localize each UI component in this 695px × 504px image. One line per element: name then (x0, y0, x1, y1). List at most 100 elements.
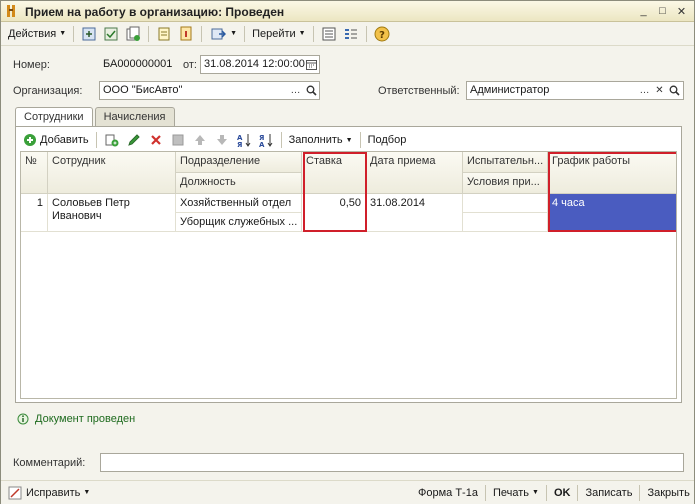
form-t1a-label: Форма Т-1а (418, 486, 478, 499)
print-label: Печать (492, 486, 529, 499)
close-icon[interactable]: ✕ (673, 3, 690, 19)
app-icon (7, 5, 15, 17)
date-label: от: (183, 59, 197, 71)
number-field[interactable]: БА000000001 (99, 55, 179, 74)
add-icon (24, 134, 36, 146)
schedule-highlight-box (548, 152, 676, 232)
delete-icon[interactable] (147, 131, 165, 149)
organization-field[interactable]: ООО "БисАвто" (99, 81, 320, 100)
responsible-label: Ответственный: (378, 85, 460, 97)
calendar-icon[interactable] (304, 56, 319, 73)
help-icon[interactable]: ? (373, 25, 391, 43)
chevron-down-icon: ▼ (59, 30, 67, 37)
cell-employee[interactable]: Соловьев Петр Иванович (48, 194, 176, 232)
minimize-icon[interactable]: _ (635, 3, 652, 19)
header-num[interactable]: № (21, 152, 48, 194)
fix-menu[interactable]: Исправить ▼ (5, 483, 93, 503)
cell-num[interactable]: 1 (21, 194, 48, 232)
create-based-menu[interactable]: ▼ (206, 24, 240, 44)
svg-text:Я: Я (237, 141, 242, 148)
toolbar-separator (312, 25, 314, 42)
end-edit-icon[interactable] (169, 131, 187, 149)
toolbar-separator (244, 25, 246, 42)
chevron-down-icon: ▼ (83, 489, 91, 496)
svg-text:A: A (259, 141, 265, 148)
actions-label: Действия (8, 27, 57, 40)
copy-icon[interactable] (124, 25, 142, 43)
fix-icon (8, 486, 22, 499)
add-button[interactable]: Добавить (20, 130, 92, 150)
chevron-down-icon: ▼ (230, 30, 238, 37)
create-based-icon (209, 25, 227, 43)
actions-menu[interactable]: Действия ▼ (5, 24, 69, 44)
add-label: Добавить (40, 134, 89, 146)
cell-hire-date[interactable]: 31.08.2014 (366, 194, 463, 232)
header-conditions[interactable]: Условия при... (463, 173, 548, 194)
rate-highlight-box (303, 152, 367, 232)
cell-probation[interactable] (463, 194, 548, 213)
document-movements-icon[interactable] (155, 25, 173, 43)
ok-label: OK (553, 486, 571, 499)
post-close-icon[interactable] (80, 25, 98, 43)
comment-field[interactable] (100, 453, 684, 472)
cell-position[interactable]: Уборщик служебных ... (176, 213, 302, 232)
select-button[interactable]: Подбор (365, 130, 410, 150)
fill-label: Заполнить (288, 134, 343, 146)
print-menu[interactable]: Печать ▼ (490, 483, 542, 503)
title-bar: Прием на работу в организацию: Проведен … (1, 1, 694, 22)
toolbar-separator (365, 25, 367, 42)
fill-menu[interactable]: Заполнить ▼ (286, 130, 356, 150)
header-probation[interactable]: Испытательн... (463, 152, 548, 173)
toolbar-separator (280, 132, 282, 148)
ellipsis-icon[interactable]: … (288, 82, 303, 99)
close-label: Закрыть (647, 486, 690, 499)
bottom-bar: Исправить ▼ Форма Т-1а Печать ▼ OK Записат… (1, 480, 694, 504)
tab-employees[interactable]: Сотрудники (15, 107, 93, 128)
edit-pencil-icon[interactable] (125, 131, 143, 149)
toolbar-separator (359, 132, 361, 148)
goto-menu[interactable]: Перейти ▼ (249, 24, 309, 44)
employees-table[interactable]: № Сотрудник Подразделение Должность Став… (20, 151, 677, 399)
magnifier-icon[interactable] (304, 82, 319, 99)
form-t1a-button[interactable]: Форма Т-1а (415, 483, 481, 503)
settings-list-icon[interactable] (342, 25, 360, 43)
header-department[interactable]: Подразделение (176, 152, 302, 173)
toolbar-separator (95, 132, 97, 148)
organization-value: ООО "БисАвто" (103, 84, 183, 96)
employee-name-line2: Иванович (52, 210, 102, 222)
organization-label: Организация: (13, 85, 83, 97)
header-hire-date[interactable]: Дата приема (366, 152, 463, 194)
close-button[interactable]: Закрыть (644, 483, 692, 503)
ok-button[interactable]: OK (551, 483, 574, 503)
save-button[interactable]: Записать (582, 483, 635, 503)
chevron-down-icon: ▼ (532, 489, 539, 496)
copy-row-icon[interactable] (103, 131, 121, 149)
info-icon (17, 413, 29, 425)
sort-asc-icon[interactable]: AЯ (235, 131, 253, 149)
date-field[interactable]: 31.08.2014 12:00:00 (200, 55, 320, 74)
ellipsis-icon[interactable]: … (637, 82, 652, 99)
tab-strip: Сотрудники Начисления (15, 107, 177, 128)
main-toolbar: Действия ▼ ▼ Перейти ▼ ? (1, 22, 694, 46)
chevron-down-icon: ▼ (298, 30, 306, 37)
header-employee[interactable]: Сотрудник (48, 152, 176, 194)
move-down-icon[interactable] (213, 131, 231, 149)
post-icon[interactable] (102, 25, 120, 43)
responsible-value: Администратор (470, 84, 550, 96)
toolbar-separator (545, 484, 547, 501)
structure-icon[interactable] (177, 25, 195, 43)
list-icon[interactable] (320, 25, 338, 43)
sort-desc-icon[interactable]: ЯA (257, 131, 275, 149)
clear-icon[interactable]: ✕ (652, 82, 667, 99)
toolbar-separator (639, 484, 641, 501)
fix-label: Исправить (26, 486, 81, 499)
header-position[interactable]: Должность (176, 173, 302, 194)
magnifier-icon[interactable] (667, 82, 682, 99)
maximize-icon[interactable]: □ (654, 3, 671, 19)
cell-conditions[interactable] (463, 213, 548, 232)
svg-text:?: ? (379, 30, 385, 41)
move-up-icon[interactable] (191, 131, 209, 149)
cell-department[interactable]: Хозяйственный отдел (176, 194, 302, 213)
comment-label: Комментарий: (13, 457, 86, 469)
tab-accruals[interactable]: Начисления (94, 107, 175, 127)
